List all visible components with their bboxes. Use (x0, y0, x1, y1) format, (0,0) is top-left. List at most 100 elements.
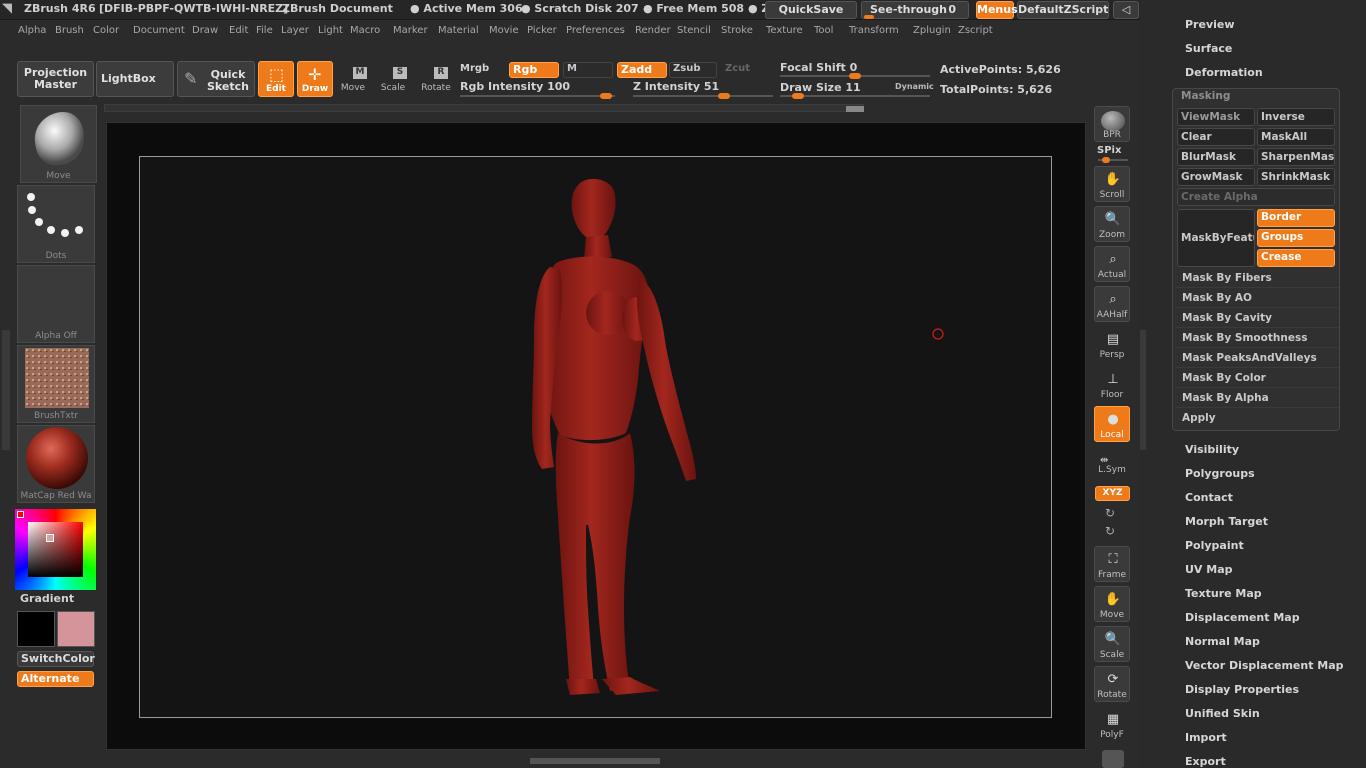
blurmask-button[interactable]: BlurMask (1177, 148, 1255, 166)
sharpenmask-button[interactable]: SharpenMask (1257, 148, 1335, 166)
displacement-map-section[interactable]: Displacement Map (1185, 611, 1300, 624)
contact-section[interactable]: Contact (1185, 491, 1233, 504)
color-picker[interactable] (15, 509, 96, 590)
border-toggle[interactable]: Border (1257, 209, 1335, 227)
texture-selector[interactable]: BrushTxtr (17, 345, 95, 423)
zoom-button[interactable]: 🔍 Zoom (1094, 206, 1130, 242)
bpr-button[interactable]: BPR (1094, 106, 1130, 142)
top-scroll-strip[interactable] (104, 104, 864, 112)
menu-marker[interactable]: Marker (393, 25, 428, 36)
document-canvas[interactable] (139, 156, 1052, 718)
rotate-z-icon[interactable]: ↻ (1105, 524, 1115, 538)
menu-draw[interactable]: Draw (192, 25, 218, 36)
crease-toggle[interactable]: Crease (1257, 249, 1335, 267)
hue-marker[interactable] (17, 511, 24, 518)
menu-stroke[interactable]: Stroke (721, 25, 753, 36)
m-button[interactable]: M (563, 62, 613, 78)
mask-by-color-row[interactable]: Mask By Color (1175, 369, 1339, 388)
see-through-knob[interactable] (864, 15, 874, 19)
viewmask-button[interactable]: ViewMask (1177, 108, 1255, 126)
z-intensity-knob[interactable] (718, 93, 730, 99)
focal-shift-knob[interactable] (849, 73, 861, 79)
rgb-button[interactable]: Rgb (509, 62, 559, 78)
maskall-button[interactable]: MaskAll (1257, 128, 1335, 146)
clear-mask-button[interactable]: Clear (1177, 128, 1255, 146)
gradient-label[interactable]: Gradient (20, 592, 74, 605)
floor-button[interactable]: ⊥ Floor (1094, 366, 1130, 402)
lightbox-button[interactable]: LightBox (96, 61, 174, 97)
draw-size-knob[interactable] (792, 93, 804, 99)
local-button[interactable]: ● Local (1094, 406, 1130, 442)
rotate-mode-button[interactable]: R Rotate (420, 63, 452, 97)
default-zscript-button[interactable]: DefaultZScript (1017, 1, 1109, 19)
menu-alpha[interactable]: Alpha (18, 25, 46, 36)
polypaint-section[interactable]: Polypaint (1185, 539, 1244, 552)
see-through-slider[interactable]: See-through 0 (861, 1, 969, 19)
quicksave-button[interactable]: QuickSave (765, 1, 857, 19)
mask-by-ao-row[interactable]: Mask By AO (1175, 289, 1339, 308)
menu-material[interactable]: Material (438, 25, 479, 36)
maskbyfeature-button[interactable]: MaskByFeature (1177, 209, 1255, 267)
groups-toggle[interactable]: Groups (1257, 229, 1335, 247)
z-intensity-track[interactable] (633, 95, 773, 97)
apply-row[interactable]: Apply (1175, 409, 1339, 428)
menu-picker[interactable]: Picker (527, 25, 557, 36)
color-cursor[interactable] (46, 534, 54, 542)
scale-mode-button[interactable]: S Scale (379, 63, 409, 97)
menu-macro[interactable]: Macro (350, 25, 380, 36)
morph-target-section[interactable]: Morph Target (1185, 515, 1268, 528)
xyz-button[interactable]: XYZ (1095, 486, 1130, 501)
mask-by-cavity-row[interactable]: Mask By Cavity (1175, 309, 1339, 328)
switchcolor-button[interactable]: SwitchColor (17, 651, 95, 667)
brush-selector[interactable]: Move (20, 105, 97, 183)
secondary-color-swatch[interactable] (57, 611, 95, 647)
quick-sketch-button[interactable]: ✎ Quick Sketch (177, 61, 255, 97)
texture-map-section[interactable]: Texture Map (1185, 587, 1262, 600)
mask-by-fibers-row[interactable]: Mask By Fibers (1175, 269, 1339, 288)
menu-movie[interactable]: Movie (489, 25, 519, 36)
mask-by-alpha-row[interactable]: Mask By Alpha (1175, 389, 1339, 408)
export-section[interactable]: Export (1185, 755, 1226, 768)
create-alpha-button[interactable]: Create Alpha (1177, 188, 1335, 206)
alpha-selector[interactable]: Alpha Off (17, 265, 95, 343)
bottom-scroll-handle[interactable] (530, 758, 660, 764)
normal-map-section[interactable]: Normal Map (1185, 635, 1260, 648)
alternate-button[interactable]: Alternate (17, 671, 94, 687)
menu-document[interactable]: Document (133, 25, 185, 36)
menu-file[interactable]: File (256, 25, 273, 36)
polyf-button[interactable]: ▦ PolyF (1094, 706, 1130, 742)
mask-peaks-and-valleys-row[interactable]: Mask PeaksAndValleys (1175, 349, 1339, 368)
material-selector[interactable]: MatCap Red Wa (17, 425, 95, 503)
menus-button[interactable]: Menus (976, 1, 1018, 19)
menu-render[interactable]: Render (635, 25, 671, 36)
draw-mode-button[interactable]: ✛ Draw (297, 61, 333, 97)
vector-displacement-map-section[interactable]: Vector Displacement Map (1185, 659, 1344, 672)
transp-button[interactable] (1102, 750, 1124, 768)
rotate-y-icon[interactable]: ↻ (1105, 506, 1115, 520)
stroke-selector[interactable]: Dots (17, 185, 95, 263)
import-section[interactable]: Import (1185, 731, 1227, 744)
menu-texture[interactable]: Texture (766, 25, 803, 36)
menu-tool[interactable]: Tool (814, 25, 833, 36)
menu-color[interactable]: Color (93, 25, 119, 36)
move-mode-button[interactable]: M Move (339, 63, 369, 97)
saturation-square[interactable] (28, 522, 83, 577)
primary-color-swatch[interactable] (17, 611, 55, 647)
zadd-button[interactable]: Zadd (617, 62, 667, 78)
dynamic-toggle[interactable]: Dynamic (895, 82, 934, 91)
menu-zscript[interactable]: Zscript (958, 25, 993, 36)
edit-mode-button[interactable]: ⬚ Edit (258, 61, 294, 97)
mask-by-smoothness-row[interactable]: Mask By Smoothness (1175, 329, 1339, 348)
aahalf-button[interactable]: ⌕ AAHalf (1094, 286, 1130, 322)
deformation-section[interactable]: Deformation (1185, 66, 1263, 79)
uv-map-section[interactable]: UV Map (1185, 563, 1233, 576)
rgb-intensity-knob[interactable] (600, 93, 612, 99)
spix-knob[interactable] (1102, 157, 1110, 163)
lsym-button[interactable]: ⇹ L.Sym (1094, 455, 1130, 475)
menu-zplugin[interactable]: Zplugin (913, 25, 951, 36)
menu-transform[interactable]: Transform (849, 25, 899, 36)
surface-section[interactable]: Surface (1185, 42, 1232, 55)
menu-layer[interactable]: Layer (281, 25, 309, 36)
menu-preferences[interactable]: Preferences (566, 25, 625, 36)
menu-edit[interactable]: Edit (229, 25, 248, 36)
